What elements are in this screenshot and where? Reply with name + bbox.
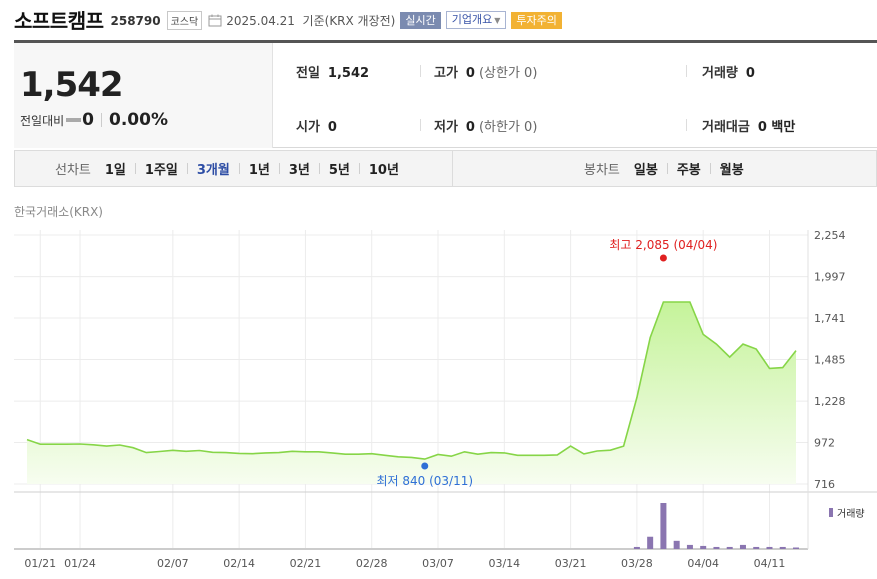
volume-bar <box>793 547 799 549</box>
high-annotation: 최고 2,085 (04/04) <box>609 238 717 252</box>
low-annotation: 최저 840 (03/11) <box>376 474 473 488</box>
x-tick-label: 03/28 <box>621 557 653 570</box>
y-tick-label: 1,228 <box>814 395 846 408</box>
volume-legend: 거래량 <box>829 505 865 520</box>
volume-bar <box>633 546 640 549</box>
y-tick-label: 1,485 <box>814 354 846 367</box>
high-marker <box>659 254 667 262</box>
volume-bar <box>766 546 773 549</box>
x-tick-label: 04/04 <box>687 557 719 570</box>
y-tick-label: 972 <box>814 437 835 450</box>
x-tick-label: 04/11 <box>754 557 786 570</box>
volume-bar <box>739 544 746 549</box>
x-tick-label: 03/14 <box>488 557 520 570</box>
volume-legend-label: 거래량 <box>837 509 865 520</box>
volume-bar <box>753 546 760 549</box>
x-tick-label: 01/21 <box>24 557 56 570</box>
low-marker <box>421 462 429 470</box>
x-tick-label: 03/07 <box>422 557 454 570</box>
volume-bar <box>647 536 654 549</box>
x-tick-label: 01/24 <box>64 557 96 570</box>
volume-bar <box>673 540 680 549</box>
price-chart: 2,254 1,997 1,741 1,485 1,228 972 716 최고 2,085… <box>14 229 877 570</box>
volume-bar <box>726 546 733 549</box>
x-tick-label: 02/21 <box>290 557 322 570</box>
x-tick-label: 02/28 <box>356 557 388 570</box>
volume-bar <box>660 503 667 549</box>
volume-bar <box>713 546 720 549</box>
y-tick-label: 1,741 <box>814 312 846 325</box>
x-tick-label: 03/21 <box>555 557 587 570</box>
y-tick-label: 1,997 <box>814 271 846 284</box>
x-tick-label: 02/07 <box>157 557 189 570</box>
x-tick-label: 02/14 <box>223 557 255 570</box>
volume-bar <box>686 544 693 549</box>
y-tick-label: 716 <box>814 478 835 491</box>
y-tick-label: 2,254 <box>814 229 846 242</box>
volume-bar <box>700 545 707 549</box>
volume-bar <box>779 546 786 549</box>
volume-legend-swatch <box>829 508 833 517</box>
